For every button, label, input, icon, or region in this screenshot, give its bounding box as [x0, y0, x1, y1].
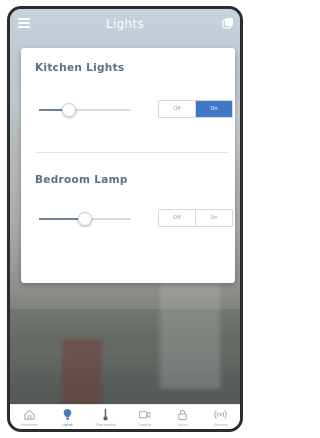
menu-icon[interactable]	[18, 18, 30, 28]
brightness-slider[interactable]	[39, 212, 131, 226]
brightness-slider[interactable]	[39, 103, 131, 117]
top-bar: Lights	[10, 9, 240, 39]
tab-lights[interactable]: Lights	[48, 405, 86, 429]
on-button[interactable]: On	[195, 101, 232, 117]
tab-camera[interactable]: Camera	[125, 405, 163, 429]
slider-handle[interactable]	[62, 103, 77, 117]
device-name: Kitchen Lights	[35, 62, 125, 74]
lights-card: Kitchen Lights Off On Bedroom Lamp Off O…	[21, 48, 235, 283]
bulb-icon	[63, 409, 72, 421]
tab-locks[interactable]: Locks	[163, 405, 201, 429]
copy-icon[interactable]	[222, 17, 234, 29]
on-button[interactable]: On	[195, 210, 232, 226]
slider-handle[interactable]	[78, 212, 92, 226]
power-toggle: Off On	[158, 100, 233, 118]
home-icon	[24, 409, 35, 420]
tab-label: Locks	[177, 423, 188, 427]
tab-label: Lights	[62, 423, 73, 427]
tab-label: Sensors	[213, 423, 228, 427]
off-button[interactable]: Off	[159, 210, 195, 226]
off-button[interactable]: Off	[159, 101, 195, 117]
thermometer-icon	[103, 408, 108, 421]
page-title: Lights	[106, 17, 144, 31]
sensor-icon	[214, 410, 227, 419]
tab-label: Overview	[20, 423, 38, 427]
tab-label: Thermostat	[95, 423, 117, 427]
divider	[35, 152, 229, 153]
device-name: Bedroom Lamp	[35, 174, 128, 186]
tab-label: Camera	[137, 423, 152, 427]
tab-sensors[interactable]: Sensors	[202, 405, 240, 429]
camera-icon	[138, 411, 150, 419]
tab-bar: Overview Lights Thermostat Camera Locks …	[10, 404, 240, 429]
tab-thermostat[interactable]: Thermostat	[87, 405, 125, 429]
lock-icon	[178, 409, 187, 421]
power-toggle: Off On	[158, 209, 233, 227]
phone-frame: Lights Kitchen Lights Off On Bedroom Lam…	[0, 0, 249, 438]
tab-overview[interactable]: Overview	[10, 405, 48, 429]
app-screen: Lights Kitchen Lights Off On Bedroom Lam…	[7, 6, 243, 432]
